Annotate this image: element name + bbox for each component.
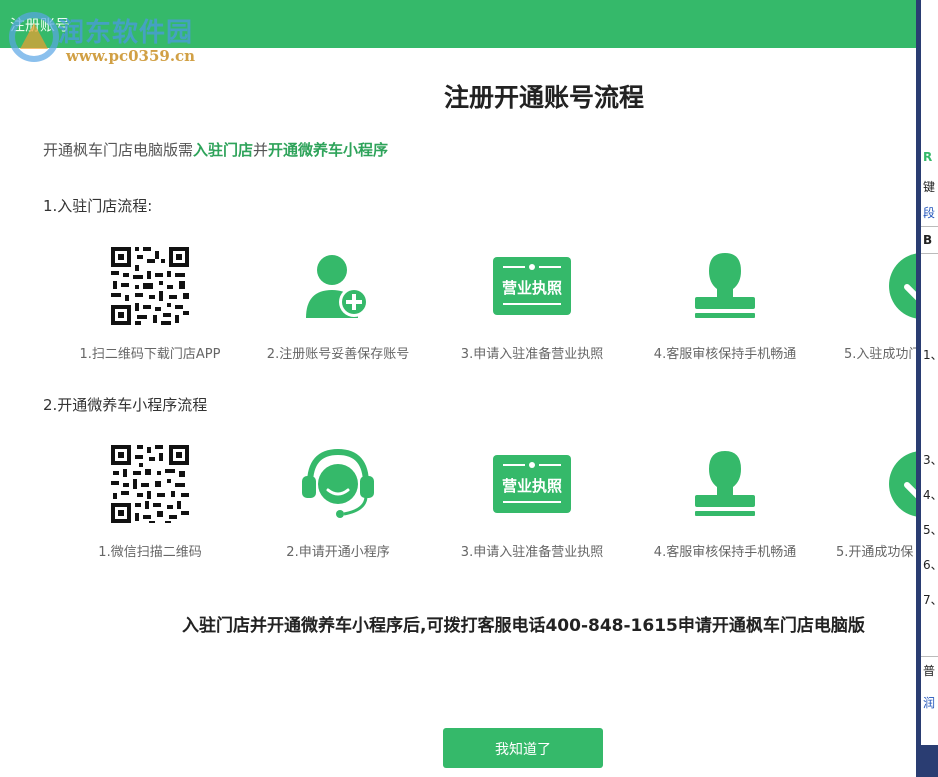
section2-step-1: 1.微信扫描二维码	[55, 434, 245, 564]
bg-cell: 1、	[923, 348, 938, 362]
bg-cell: B	[923, 233, 933, 247]
qr-code-icon	[55, 434, 245, 534]
step-label: 3.申请入驻准备营业执照	[460, 545, 604, 560]
intro-highlight-store: 入驻门店	[193, 141, 254, 159]
bg-cell: 3、	[923, 453, 938, 467]
footer-note: 入驻门店并开通微养车小程序后,可拨打客服电话400-848-1615申请开通枫车…	[182, 616, 865, 636]
step-label: 4.客服审核保持手机畅通	[653, 347, 797, 362]
section1-title: 1.入驻门店流程:	[43, 197, 153, 215]
step-label: 2.注册账号妥善保存账号	[266, 347, 410, 362]
step-label: 3.申请入驻准备营业执照	[460, 347, 604, 362]
step-label: 1.扫二维码下载门店APP	[79, 347, 221, 362]
background-window: R 键 段 B 1、 3、 4、 5、 6、 7、 普 润	[916, 0, 938, 777]
section2-title: 2.开通微养车小程序流程	[43, 396, 208, 414]
bg-cell: 普	[923, 664, 936, 678]
bg-cell: 段	[923, 206, 936, 220]
section1-step-5: 5.入驻成功门	[832, 236, 916, 366]
bg-cell: 5、	[923, 523, 938, 537]
watermark-name: 润东软件园	[58, 18, 194, 48]
section2-step-4: 4.客服审核保持手机畅通	[630, 434, 820, 564]
check-circle-icon	[832, 236, 916, 336]
check-circle-icon	[832, 434, 916, 534]
bg-separator	[921, 226, 938, 227]
section2-step-3: 营业执照 3.申请入驻准备营业执照	[437, 434, 627, 564]
user-add-icon	[243, 236, 433, 336]
watermark-url: www.pc0359.cn	[66, 47, 196, 65]
step-label: 5.入驻成功门	[844, 347, 916, 362]
section1-steps: 1.扫二维码下载门店APP 2.注册账号妥善保存账号 营业执照 3.申请入驻准备…	[0, 236, 916, 366]
got-it-button[interactable]: 我知道了	[443, 728, 603, 768]
register-dialog: 注册账号 润东软件园 www.pc0359.cn 注册开通账号流程 开通枫车门店…	[0, 0, 916, 777]
step-label: 4.客服审核保持手机畅通	[653, 545, 797, 560]
section1-step-1: 1.扫二维码下载门店APP	[55, 236, 245, 366]
headset-agent-icon	[243, 434, 433, 534]
stamp-icon	[630, 236, 820, 336]
intro-prefix: 开通枫车门店电脑版需	[43, 141, 194, 159]
qr-code-icon	[55, 236, 245, 336]
background-window-panel: R 键 段 B 1、 3、 4、 5、 6、 7、 普 润	[921, 0, 938, 745]
bg-cell: 润	[923, 696, 936, 710]
step-label: 1.微信扫描二维码	[98, 545, 202, 560]
section2-step-2: 2.申请开通小程序	[243, 434, 433, 564]
intro-text: 开通枫车门店电脑版需入驻门店并开通微养车小程序	[43, 139, 388, 160]
step-label: 2.申请开通小程序	[286, 545, 390, 560]
intro-highlight-miniapp: 开通微养车小程序	[268, 141, 389, 159]
license-icon-text: 营业执照	[502, 279, 562, 297]
section1-step-2: 2.注册账号妥善保存账号	[243, 236, 433, 366]
bg-cell: 7、	[923, 593, 938, 607]
intro-mid: 并	[253, 141, 269, 159]
bg-logo-icon: R	[923, 150, 933, 164]
bg-cell: 4、	[923, 488, 938, 502]
section2-step-5: 5.开通成功保	[832, 434, 916, 564]
page-heading: 注册开通账号流程	[443, 83, 644, 112]
bg-separator	[921, 656, 938, 657]
section2-steps: 1.微信扫描二维码 2.申请开通小程序 营业执照 3.申请入驻准备营业执照 4.…	[0, 434, 916, 564]
business-license-icon: 营业执照	[437, 434, 627, 534]
watermark-logo-icon	[9, 12, 59, 62]
bg-cell: 6、	[923, 558, 938, 572]
license-icon-text: 营业执照	[502, 477, 562, 495]
step-label: 5.开通成功保	[836, 545, 914, 560]
bg-cell: 键	[923, 180, 936, 194]
bg-separator	[921, 253, 938, 254]
section1-step-4: 4.客服审核保持手机畅通	[630, 236, 820, 366]
stamp-icon	[630, 434, 820, 534]
business-license-icon: 营业执照	[437, 236, 627, 336]
section1-step-3: 营业执照 3.申请入驻准备营业执照	[437, 236, 627, 366]
